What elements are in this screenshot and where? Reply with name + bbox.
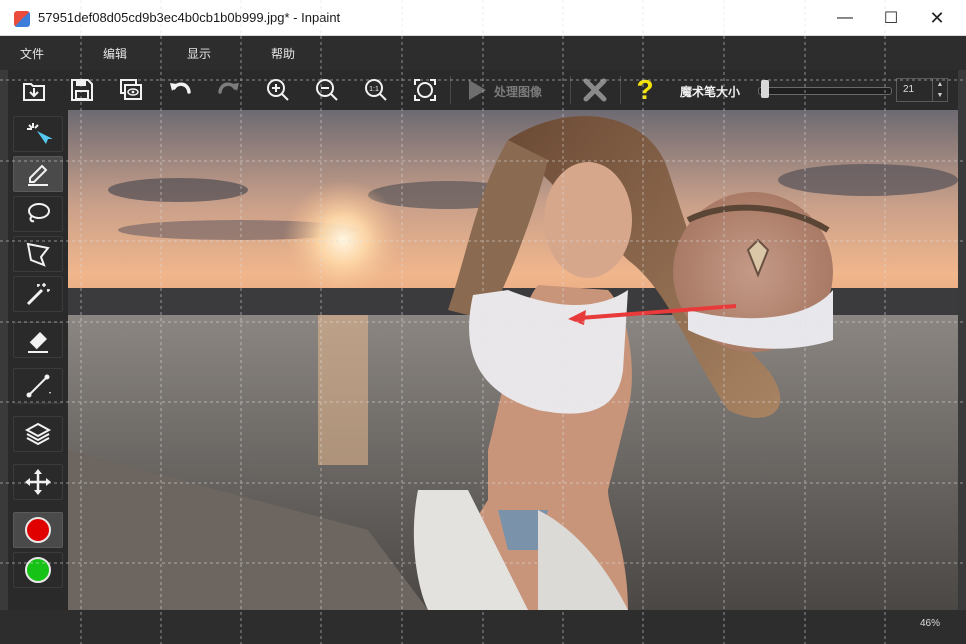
menu-view[interactable]: 显示 [187,45,211,62]
cancel-button[interactable] [578,74,612,106]
menu-bar: 文件 编辑 显示 帮助 [0,36,966,70]
spin-up-icon[interactable]: ▲ [937,81,944,88]
cancel-icon [583,78,607,102]
tool-layers[interactable] [13,416,63,452]
spin-arrows[interactable]: ▲ ▼ [932,79,947,101]
save-icon [71,79,93,101]
image-canvas[interactable] [68,110,958,610]
fit-window-button[interactable] [408,74,442,106]
polygon-lasso-icon [26,242,50,267]
window-title: 57951def08d05cd9b3ec4b0cb1b0b999.jpg* - … [38,10,341,25]
tool-move[interactable] [13,464,63,500]
preview-button[interactable] [114,74,148,106]
brush-size-label: 魔术笔大小 [680,85,741,99]
toolbar: 1:1 处理图像 ? 魔术笔大小 21 ▲ ▼ [8,70,958,110]
open-file-icon [23,83,45,101]
redo-button[interactable] [212,74,246,106]
undo-button[interactable] [163,74,197,106]
zoom-in-icon [267,79,289,101]
line-icon [26,374,51,398]
marker-icon [28,164,48,186]
status-bar: 46% [0,610,966,644]
zoom-out-button[interactable] [310,74,344,106]
toolbar-separator [620,76,621,104]
tool-magic-selection[interactable] [13,116,63,152]
zoom-out-icon [316,79,338,101]
toolbar-separator [570,76,571,104]
help-button[interactable]: ? [628,74,662,106]
open-button[interactable] [17,74,51,106]
lasso-icon [28,203,50,223]
close-button[interactable]: ✕ [914,0,960,36]
tool-marker[interactable] [13,156,63,192]
play-icon [469,80,486,100]
undo-icon [170,82,191,94]
process-image-button[interactable] [460,74,494,106]
actual-size-button[interactable]: 1:1 [359,74,393,106]
brush-size-value: 21 [903,84,915,95]
eraser-icon [28,332,48,353]
menu-edit[interactable]: 编辑 [103,45,127,62]
spin-down-icon[interactable]: ▼ [937,92,944,99]
toolbar-separator [450,76,451,104]
magic-wand-icon [26,283,50,306]
tool-eraser[interactable] [13,322,63,358]
tool-lasso[interactable] [13,196,63,232]
brush-size-slider[interactable] [758,87,892,95]
preview-icon [120,79,142,100]
help-icon: ? [636,74,654,105]
fit-window-icon [414,79,436,101]
tool-red-marker[interactable] [13,512,63,548]
photo [68,110,958,610]
tool-green-marker[interactable] [13,552,63,588]
brush-size-spinbox[interactable]: 21 ▲ ▼ [896,78,948,102]
process-image-label: 处理图像 [494,85,543,99]
title-bar: 57951def08d05cd9b3ec4b0cb1b0b999.jpg* - … [0,0,966,36]
red-color-icon [25,517,51,543]
minimize-button[interactable]: — [822,0,868,36]
menu-help[interactable]: 帮助 [271,45,295,62]
tool-magic-wand[interactable] [13,276,63,312]
zoom-level: 46% [919,618,940,629]
app-logo-icon [14,11,30,27]
magic-selection-icon [27,123,52,144]
layers-icon [24,422,52,446]
actual-size-icon: 1:1 [365,79,387,101]
tool-polygon-lasso[interactable] [13,236,63,272]
maximize-button[interactable]: ☐ [868,0,914,36]
move-icon [25,469,51,495]
save-button[interactable] [65,74,99,106]
brush-size-slider-thumb[interactable] [760,80,769,98]
redo-icon [218,82,239,94]
tool-panel [8,110,68,610]
menu-file[interactable]: 文件 [20,45,44,62]
tool-line[interactable] [13,368,63,404]
green-color-icon [25,557,51,583]
zoom-in-button[interactable] [261,74,295,106]
actual-size-text: 1:1 [369,86,379,93]
